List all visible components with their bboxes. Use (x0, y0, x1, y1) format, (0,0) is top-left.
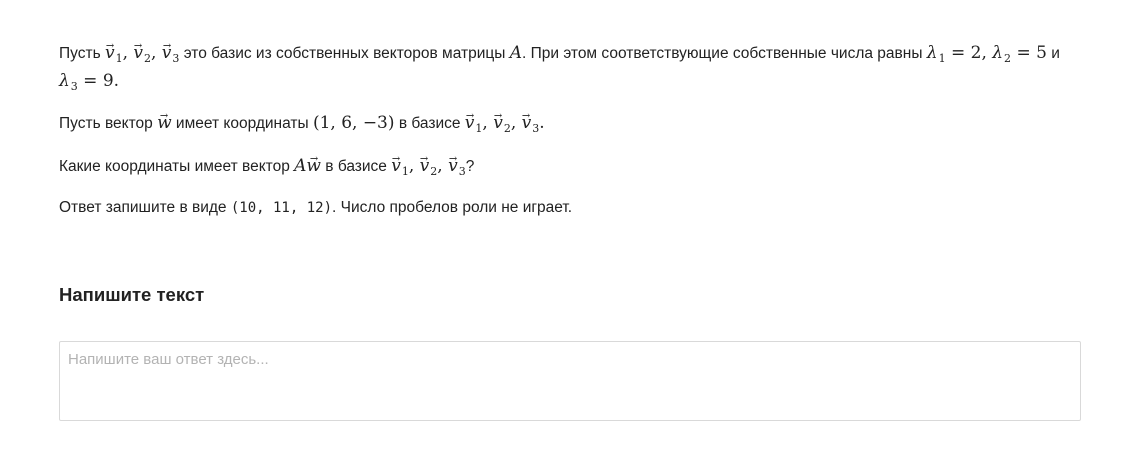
vector-v3: v (162, 40, 172, 66)
text-fragment: Пусть вектор (59, 115, 158, 132)
subscript: 1 (115, 52, 123, 65)
question-paragraph-format: Ответ запишите в виде (10, 11, 12). Числ… (59, 195, 1081, 221)
vector-w: w (157, 110, 172, 136)
vector-v2: v (493, 110, 503, 136)
answer-textarea[interactable] (59, 341, 1081, 421)
coordinates-tuple: (1, 6, −3) (312, 113, 395, 133)
subscript: 3 (458, 165, 466, 178)
subscript: 1 (401, 165, 409, 178)
answer-section-title: Напишите текст (59, 284, 205, 305)
lambda-symbol: λ (926, 43, 938, 63)
vector-v3: v (448, 153, 458, 179)
eigenvalue-3: 9 (102, 71, 114, 91)
subscript: 1 (475, 122, 483, 135)
subscript: 3 (70, 80, 78, 93)
text-fragment: . Число пробелов роли не играет. (332, 199, 573, 216)
vector-v1: v (105, 40, 115, 66)
matrix-symbol: A (509, 43, 522, 63)
vector-v3: v (522, 110, 532, 136)
lambda-symbol: λ (992, 43, 1004, 63)
vector-w: w (306, 153, 321, 179)
text-fragment: Какие координаты имеет вектор (59, 158, 295, 175)
subscript: 3 (532, 122, 540, 135)
subscript: 2 (143, 52, 151, 65)
text-fragment: и (1046, 45, 1060, 62)
subscript: 1 (938, 52, 946, 65)
subscript: 2 (430, 165, 438, 178)
answer-format-example: (10, 11, 12) (230, 200, 333, 216)
vector-v1: v (391, 153, 401, 179)
subscript: 2 (503, 122, 511, 135)
text-fragment: . При этом соответствующие собственные ч… (521, 45, 927, 62)
text-fragment: это базис из собственных векторов матриц… (179, 45, 510, 62)
eigenvalue-1: 2 (970, 43, 982, 63)
text-fragment: ? (465, 158, 475, 175)
question-paragraph-vector: Пусть вектор w имеет координаты (1, 6, −… (59, 110, 1081, 138)
text-fragment: в базисе (320, 158, 392, 175)
lambda-symbol: λ (59, 71, 70, 91)
vector-v2: v (420, 153, 430, 179)
subscript: 3 (172, 52, 180, 65)
text-fragment: в базисе (394, 115, 465, 132)
question-body: Пусть v1, v2, v3 это базис из собственны… (59, 40, 1081, 237)
vector-v1: v (465, 110, 475, 136)
vector-v2: v (133, 40, 143, 66)
text-fragment: имеет координаты (171, 115, 313, 132)
text-fragment: Пусть (59, 45, 105, 62)
subscript: 2 (1004, 52, 1012, 65)
text-fragment: Ответ запишите в виде (59, 199, 231, 216)
question-paragraph-basis: Пусть v1, v2, v3 это базис из собственны… (59, 40, 1081, 96)
question-paragraph-ask: Какие координаты имеет вектор Aw в базис… (59, 153, 1081, 181)
eigenvalue-2: 5 (1036, 43, 1047, 63)
matrix-symbol: A (294, 156, 307, 176)
